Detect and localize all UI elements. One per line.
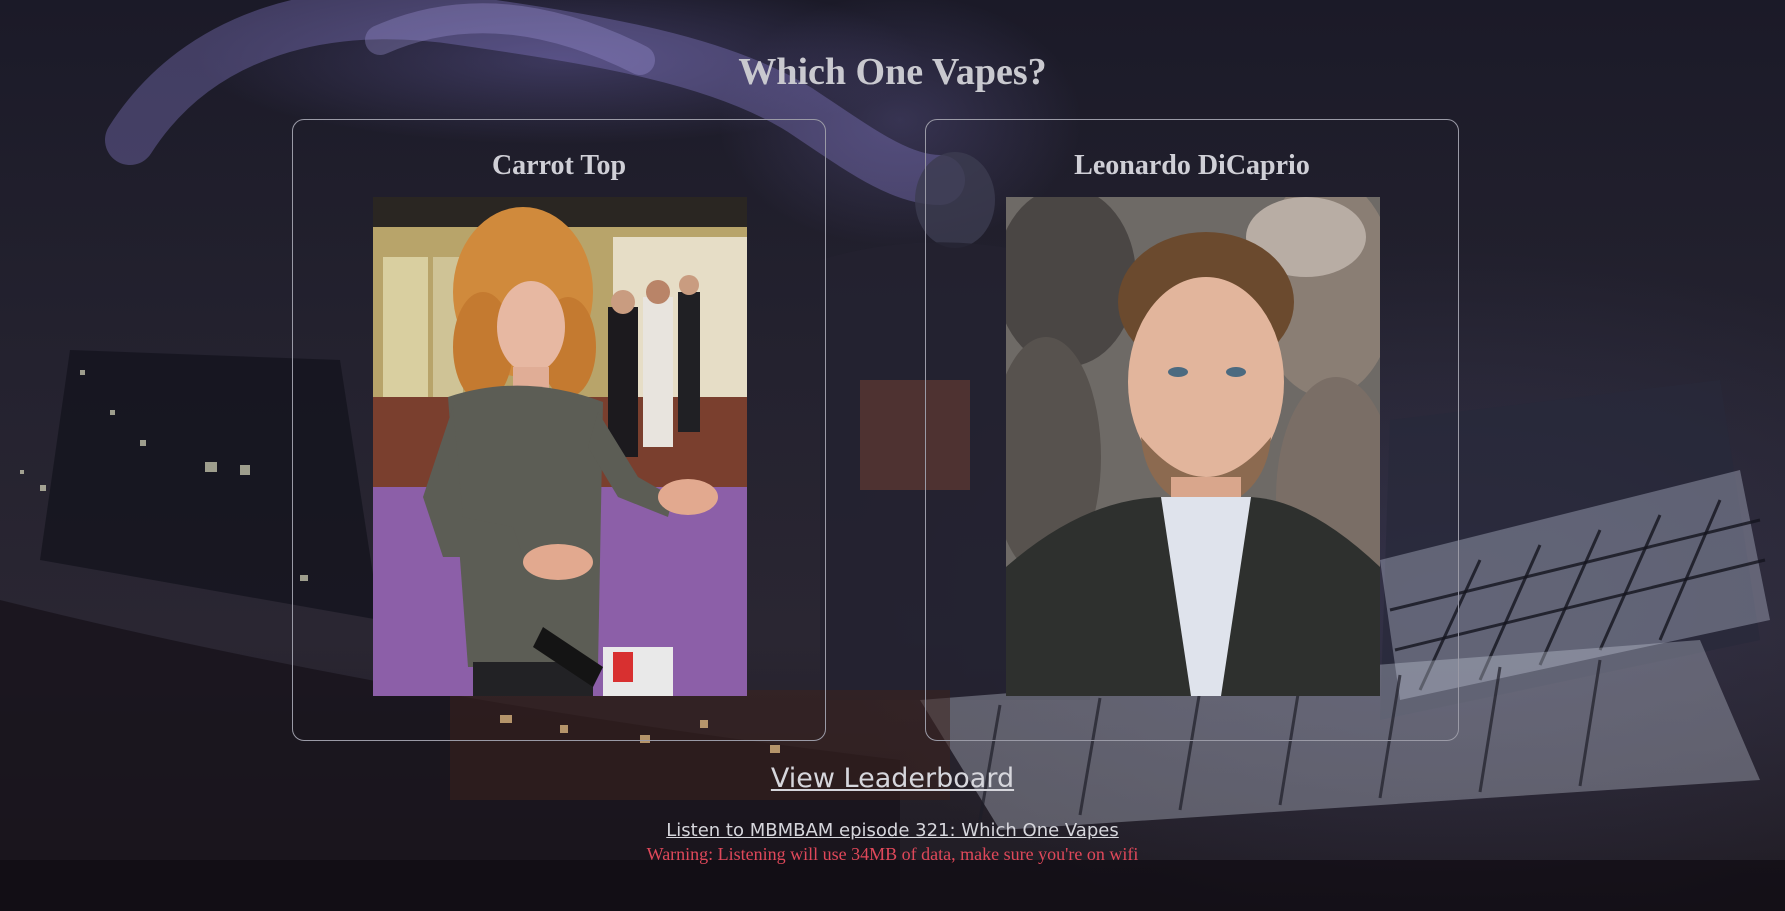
person-photo-image bbox=[1006, 197, 1380, 696]
choice-photo[interactable] bbox=[373, 197, 747, 696]
person-photo-image bbox=[373, 197, 747, 696]
choice-photo[interactable] bbox=[1006, 197, 1380, 696]
page-title: Which One Vapes? bbox=[738, 51, 1047, 93]
choice-card-leonardo-dicaprio[interactable]: Leonardo DiCaprio bbox=[925, 119, 1459, 741]
choice-name: Carrot Top bbox=[491, 150, 627, 181]
choice-card-carrot-top[interactable]: Carrot Top bbox=[292, 119, 826, 741]
data-usage-warning: Warning: Listening will use 34MB of data… bbox=[646, 844, 1139, 864]
choice-name: Leonardo DiCaprio bbox=[1074, 150, 1310, 181]
leaderboard-section: View Leaderboard bbox=[0, 763, 1785, 794]
listen-episode-link[interactable]: Listen to MBMBAM episode 321: Which One … bbox=[666, 820, 1118, 841]
listen-section: Listen to MBMBAM episode 321: Which One … bbox=[0, 820, 1785, 841]
view-leaderboard-link[interactable]: View Leaderboard bbox=[771, 763, 1014, 794]
